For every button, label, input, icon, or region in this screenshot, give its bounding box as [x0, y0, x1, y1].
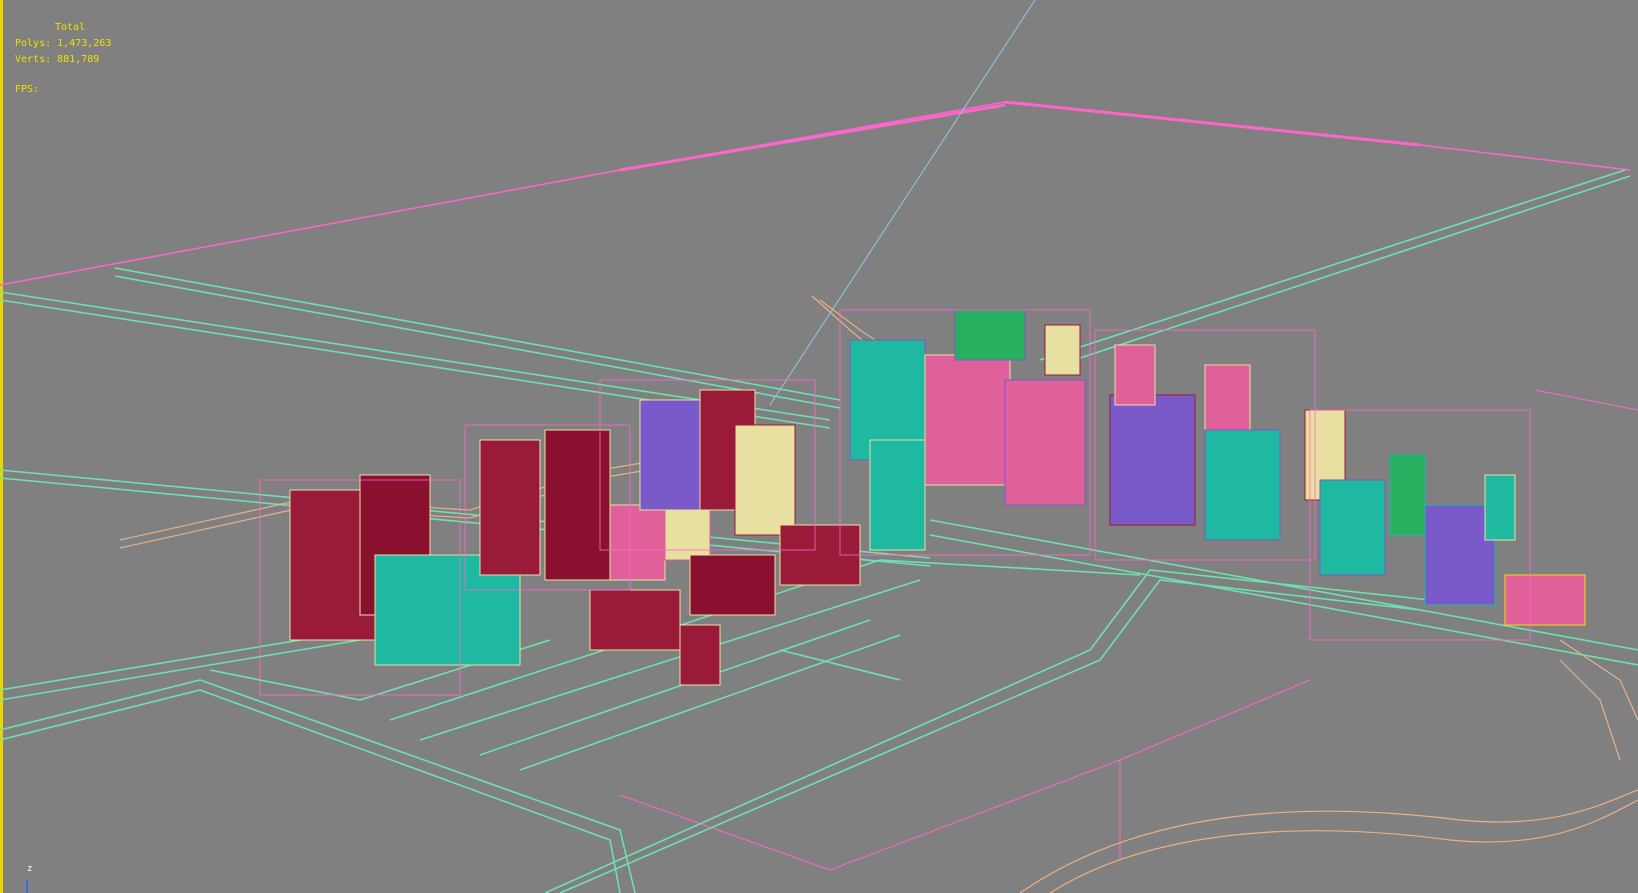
polys-stat: Polys: 1,473,263: [15, 36, 111, 52]
verts-stat: Verts: 881,789: [15, 52, 111, 68]
axis-z-label: z: [27, 864, 33, 874]
building-red-2: [479, 429, 611, 581]
3d-viewport[interactable]: Total Polys: 1,473,263 Verts: 881,789 FPS: …: [0, 0, 1638, 893]
building-cluster-center: [849, 309, 1086, 551]
verts-value: 881,789: [57, 54, 100, 65]
stats-title: Total: [55, 22, 86, 33]
verts-label: Verts:: [15, 54, 52, 65]
polys-label: Polys:: [15, 38, 52, 49]
polys-value: 1,473,263: [57, 38, 112, 49]
viewport-statistics: Total Polys: 1,473,263 Verts: 881,789 FPS:: [15, 20, 111, 98]
wireframe-scene[interactable]: [0, 0, 1638, 893]
fps-label: FPS:: [15, 84, 40, 95]
